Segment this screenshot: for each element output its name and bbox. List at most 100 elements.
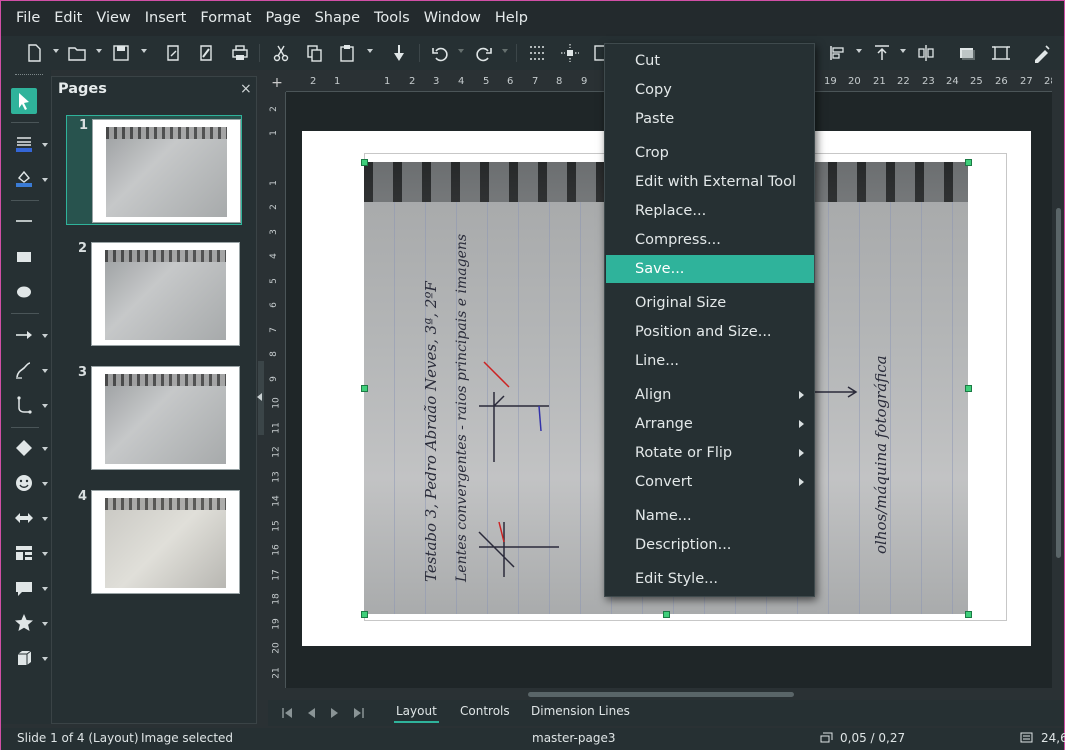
resize-handle-bottom-right[interactable]: [965, 611, 972, 618]
save-icon[interactable]: [109, 41, 133, 65]
last-tab-icon[interactable]: [352, 706, 366, 720]
arrow-line-dropdown[interactable]: [42, 334, 48, 338]
line-color-icon[interactable]: [11, 130, 37, 156]
page-thumbnail-1[interactable]: 1: [66, 115, 242, 225]
new-dropdown[interactable]: [53, 49, 59, 53]
diamond-icon[interactable]: [11, 435, 37, 461]
menu-format[interactable]: Format: [193, 1, 258, 36]
star-icon[interactable]: [11, 610, 37, 636]
master-page-name[interactable]: master-page3: [532, 731, 615, 745]
transform-icon[interactable]: [1030, 41, 1054, 65]
ruler-origin[interactable]: +: [268, 74, 286, 92]
resize-handle-top-left[interactable]: [361, 159, 368, 166]
menu-item-replace[interactable]: Replace...: [606, 197, 814, 225]
flowchart-icon[interactable]: [11, 540, 37, 566]
menu-window[interactable]: Window: [417, 1, 488, 36]
tab-controls[interactable]: Controls: [458, 704, 512, 718]
crop-icon[interactable]: [989, 41, 1013, 65]
menu-item-name[interactable]: Name...: [606, 502, 814, 530]
page-thumbnail-2[interactable]: 2: [66, 239, 242, 349]
align-dropdown[interactable]: [856, 49, 862, 53]
resize-handle-bottom-left[interactable]: [361, 611, 368, 618]
previous-tab-icon[interactable]: [304, 706, 318, 720]
undo-dropdown[interactable]: [458, 49, 464, 53]
menu-item-paste[interactable]: Paste: [606, 105, 814, 133]
menu-page[interactable]: Page: [258, 1, 307, 36]
resize-handle-left[interactable]: [361, 385, 368, 392]
menu-item-edit-external[interactable]: Edit with External Tool: [606, 168, 814, 196]
horizontal-scrollbar-thumb[interactable]: [528, 692, 794, 697]
page-thumbnail-4[interactable]: 4: [66, 487, 242, 597]
print-icon[interactable]: [228, 41, 252, 65]
open-icon[interactable]: [65, 41, 89, 65]
resize-handle-top-right[interactable]: [965, 159, 972, 166]
export-pdf-icon[interactable]: [194, 41, 218, 65]
menu-shape[interactable]: Shape: [308, 1, 367, 36]
close-icon[interactable]: ×: [240, 81, 252, 97]
save-dropdown[interactable]: [141, 49, 147, 53]
3d-cube-icon[interactable]: [11, 645, 37, 671]
cut-icon[interactable]: [269, 41, 293, 65]
arrow-line-icon[interactable]: [11, 322, 37, 348]
block-arrows-dropdown[interactable]: [42, 517, 48, 521]
resize-handle-bottom[interactable]: [663, 611, 670, 618]
grid-icon[interactable]: [525, 41, 549, 65]
line-icon[interactable]: [11, 208, 37, 234]
shadow-icon[interactable]: [955, 41, 979, 65]
double-arrow-icon[interactable]: [11, 505, 37, 531]
menu-item-description[interactable]: Description...: [606, 531, 814, 559]
menu-item-compress[interactable]: Compress...: [606, 226, 814, 254]
export-icon[interactable]: [161, 41, 185, 65]
first-tab-icon[interactable]: [280, 706, 294, 720]
menu-item-original-size[interactable]: Original Size: [606, 289, 814, 317]
basic-shapes-dropdown[interactable]: [42, 447, 48, 451]
fill-color-dropdown[interactable]: [42, 178, 48, 182]
tab-layout[interactable]: Layout: [394, 704, 439, 723]
line-color-dropdown[interactable]: [42, 143, 48, 147]
paste-icon[interactable]: [335, 41, 359, 65]
next-tab-icon[interactable]: [328, 706, 342, 720]
redo-icon[interactable]: [472, 41, 496, 65]
vertical-scrollbar-thumb[interactable]: [1056, 208, 1061, 558]
vertical-scrollbar[interactable]: [1054, 92, 1064, 688]
copy-icon[interactable]: [302, 41, 326, 65]
menu-item-convert[interactable]: Convert: [606, 468, 814, 496]
menu-help[interactable]: Help: [488, 1, 535, 36]
menu-item-position-size[interactable]: Position and Size...: [606, 318, 814, 346]
smiley-icon[interactable]: [11, 470, 37, 496]
menu-item-align[interactable]: Align: [606, 381, 814, 409]
menu-item-rotate-flip[interactable]: Rotate or Flip: [606, 439, 814, 467]
menu-item-arrange[interactable]: Arrange: [606, 410, 814, 438]
redo-dropdown[interactable]: [502, 49, 508, 53]
helplines-icon[interactable]: [558, 41, 582, 65]
clone-formatting-icon[interactable]: [387, 41, 411, 65]
tab-dimension-lines[interactable]: Dimension Lines: [529, 704, 632, 718]
resize-handle-right[interactable]: [965, 385, 972, 392]
menu-file[interactable]: File: [9, 1, 47, 36]
connector-dropdown[interactable]: [42, 404, 48, 408]
open-dropdown[interactable]: [96, 49, 102, 53]
menu-view[interactable]: View: [89, 1, 137, 36]
curve-dropdown[interactable]: [42, 369, 48, 373]
menu-tools[interactable]: Tools: [367, 1, 417, 36]
callouts-dropdown[interactable]: [42, 587, 48, 591]
select-icon[interactable]: [11, 88, 37, 114]
rectangle-icon[interactable]: [11, 244, 37, 270]
menu-edit[interactable]: Edit: [47, 1, 89, 36]
menu-item-edit-style[interactable]: Edit Style...: [606, 565, 814, 593]
menu-item-crop[interactable]: Crop: [606, 139, 814, 167]
align-icon[interactable]: [826, 41, 850, 65]
menu-item-copy[interactable]: Copy: [606, 76, 814, 104]
flowchart-dropdown[interactable]: [42, 552, 48, 556]
symbol-shapes-dropdown[interactable]: [42, 482, 48, 486]
menu-item-save[interactable]: Save...: [606, 255, 814, 283]
curve-icon[interactable]: [11, 357, 37, 383]
new-icon[interactable]: [22, 41, 46, 65]
collapse-arrow-icon[interactable]: [257, 393, 262, 401]
menu-item-cut[interactable]: Cut: [606, 47, 814, 75]
ellipse-icon[interactable]: [11, 279, 37, 305]
menu-insert[interactable]: Insert: [138, 1, 194, 36]
arrange-dropdown[interactable]: [900, 49, 906, 53]
paste-dropdown[interactable]: [367, 49, 373, 53]
fill-color-icon[interactable]: [11, 165, 37, 191]
